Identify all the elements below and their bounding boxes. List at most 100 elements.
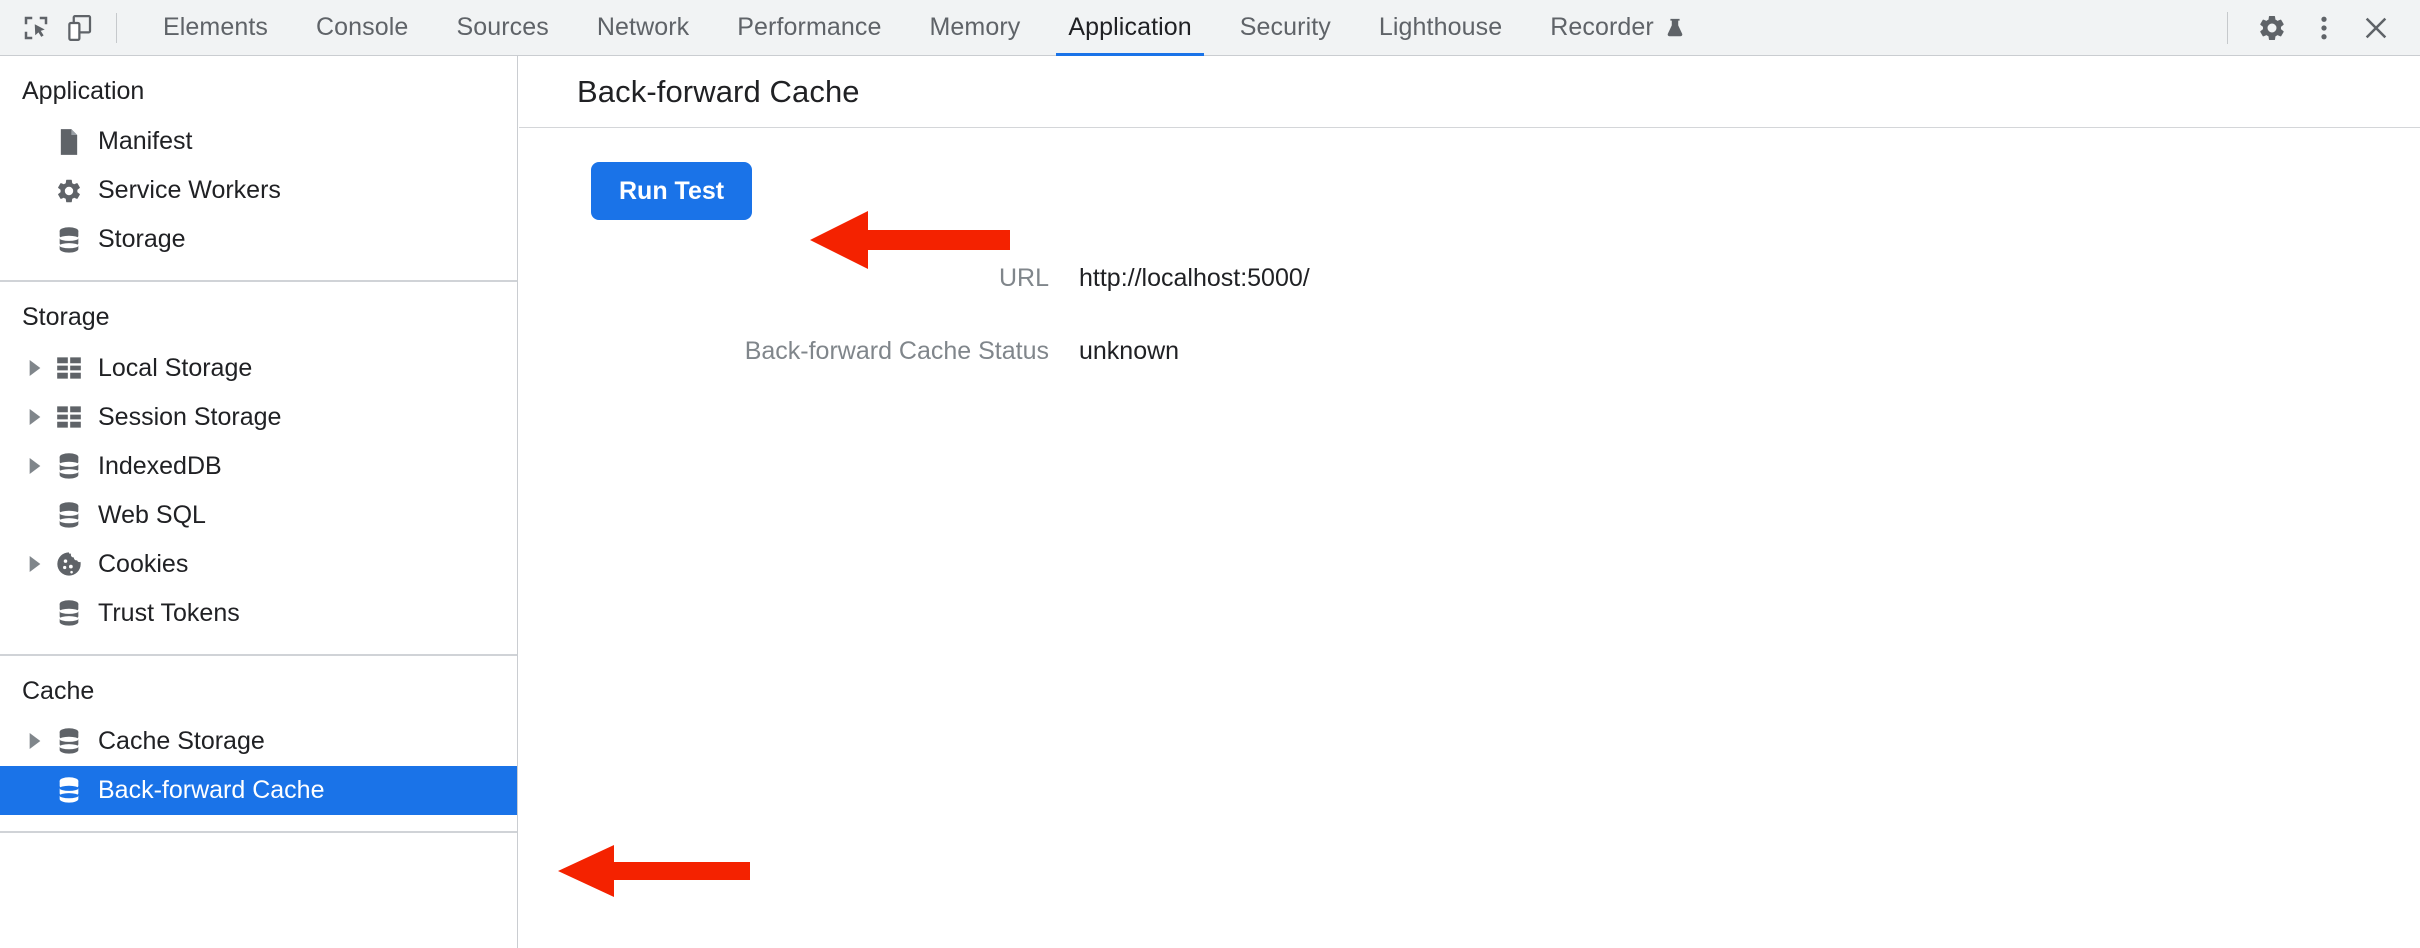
tab-label: Sources: [456, 13, 548, 42]
tab-security[interactable]: Security: [1216, 0, 1355, 56]
tab-label: Application: [1068, 13, 1191, 42]
tab-label: Security: [1240, 13, 1331, 42]
sidebar-item-trust-tokens[interactable]: Trust Tokens: [0, 589, 517, 638]
database-icon: [52, 776, 86, 804]
field-value-url: http://localhost:5000/: [1079, 264, 1310, 293]
chevron-right-icon[interactable]: [22, 733, 48, 749]
device-toolbar-glyph: [65, 13, 95, 43]
sidebar-item-cookies[interactable]: Cookies: [0, 540, 517, 589]
sidebar-section-application: Application Manifest Ser: [0, 56, 517, 282]
chevron-right-glyph: [28, 409, 42, 425]
chevron-right-icon[interactable]: [22, 556, 48, 572]
gear-icon: [52, 177, 86, 205]
sidebar-item-label: Back-forward Cache: [98, 778, 324, 803]
chevron-right-icon[interactable]: [22, 458, 48, 474]
sidebar-item-manifest[interactable]: Manifest: [0, 117, 517, 166]
sidebar-item-label: IndexedDB: [98, 454, 222, 479]
tab-application[interactable]: Application: [1044, 0, 1215, 56]
field-value-status: unknown: [1079, 337, 1179, 366]
inspect-element-icon[interactable]: [14, 6, 58, 50]
sidebar-item-label: Storage: [98, 227, 186, 252]
panel-body: Run Test URL http://localhost:5000/ Back…: [519, 128, 2420, 366]
chevron-right-glyph: [28, 360, 42, 376]
field-label: Back-forward Cache Status: [519, 337, 1079, 366]
database-icon: [52, 727, 86, 755]
sidebar-section-cache: Cache Cache S: [0, 656, 517, 833]
sidebar-section-storage: Storage Local: [0, 282, 517, 655]
chevron-right-icon[interactable]: [22, 360, 48, 376]
cookie-glyph: [55, 550, 83, 578]
tab-recorder[interactable]: Recorder: [1526, 0, 1710, 56]
more-vertical-icon[interactable]: [2298, 2, 2350, 54]
more-vertical-glyph: [2309, 13, 2339, 43]
gear-glyph: [55, 177, 83, 205]
tab-network[interactable]: Network: [573, 0, 713, 56]
experiment-flask-icon: [1664, 17, 1686, 39]
sidebar-item-local-storage[interactable]: Local Storage: [0, 344, 517, 393]
tab-performance[interactable]: Performance: [713, 0, 905, 56]
sidebar-section-title: Application: [0, 70, 517, 117]
sidebar-item-label: Cookies: [98, 552, 188, 577]
page-title: Back-forward Cache: [577, 74, 860, 110]
database-glyph: [56, 727, 82, 755]
chevron-right-glyph: [28, 458, 42, 474]
sidebar-item-service-workers[interactable]: Service Workers: [0, 166, 517, 215]
field-row-url: URL http://localhost:5000/: [519, 264, 2420, 293]
inspect-element-glyph: [21, 13, 51, 43]
field-row-status: Back-forward Cache Status unknown: [519, 337, 2420, 366]
table-glyph: [56, 405, 82, 429]
close-icon[interactable]: [2350, 2, 2402, 54]
close-glyph: [2360, 12, 2392, 44]
sidebar-item-storage[interactable]: Storage: [0, 215, 517, 264]
tab-label: Lighthouse: [1379, 13, 1502, 42]
sidebar-item-label: Web SQL: [98, 503, 206, 528]
field-label: URL: [519, 264, 1079, 293]
sidebar-item-label: Service Workers: [98, 178, 281, 203]
tab-console[interactable]: Console: [292, 0, 432, 56]
toolbar-right-divider: [2227, 12, 2228, 44]
tab-label: Memory: [929, 13, 1020, 42]
table-glyph: [56, 356, 82, 380]
experiment-flask-glyph: [1664, 17, 1686, 39]
database-glyph: [56, 776, 82, 804]
tab-label: Recorder: [1550, 13, 1654, 42]
tab-label: Console: [316, 13, 408, 42]
sidebar-item-web-sql[interactable]: Web SQL: [0, 491, 517, 540]
toolbar-right-controls: [2221, 2, 2406, 54]
panel-tabs: Elements Console Sources Network Perform…: [139, 0, 1710, 56]
database-icon: [52, 452, 86, 480]
sidebar-item-indexeddb[interactable]: IndexedDB: [0, 442, 517, 491]
document-icon: [52, 128, 86, 156]
sidebar-item-label: Local Storage: [98, 356, 252, 381]
tab-label: Performance: [737, 13, 881, 42]
sidebar-item-session-storage[interactable]: Session Storage: [0, 393, 517, 442]
sidebar-item-label: Manifest: [98, 129, 192, 154]
chevron-right-icon[interactable]: [22, 409, 48, 425]
sidebar-item-label: Cache Storage: [98, 729, 265, 754]
run-test-row: Run Test: [519, 162, 2420, 220]
database-glyph: [56, 226, 82, 254]
table-icon: [52, 405, 86, 429]
report-fields: URL http://localhost:5000/ Back-forward …: [519, 264, 2420, 366]
sidebar-item-label: Trust Tokens: [98, 601, 240, 626]
cookie-icon: [52, 550, 86, 578]
panel-header: Back-forward Cache: [519, 56, 2420, 128]
database-icon: [52, 226, 86, 254]
table-icon: [52, 356, 86, 380]
run-test-button[interactable]: Run Test: [591, 162, 752, 220]
tab-label: Network: [597, 13, 689, 42]
database-glyph: [56, 452, 82, 480]
devtools-window: Elements Console Sources Network Perform…: [0, 0, 2420, 948]
sidebar-item-back-forward-cache[interactable]: Back-forward Cache: [0, 766, 517, 815]
application-sidebar: Application Manifest Ser: [0, 56, 518, 948]
sidebar-item-cache-storage[interactable]: Cache Storage: [0, 717, 517, 766]
tab-memory[interactable]: Memory: [905, 0, 1044, 56]
gear-icon[interactable]: [2246, 2, 2298, 54]
tab-sources[interactable]: Sources: [432, 0, 572, 56]
database-icon: [52, 599, 86, 627]
tab-elements[interactable]: Elements: [139, 0, 292, 56]
gear-glyph: [2257, 13, 2287, 43]
sidebar-item-label: Session Storage: [98, 405, 281, 430]
tab-lighthouse[interactable]: Lighthouse: [1355, 0, 1526, 56]
device-toolbar-icon[interactable]: [58, 6, 102, 50]
